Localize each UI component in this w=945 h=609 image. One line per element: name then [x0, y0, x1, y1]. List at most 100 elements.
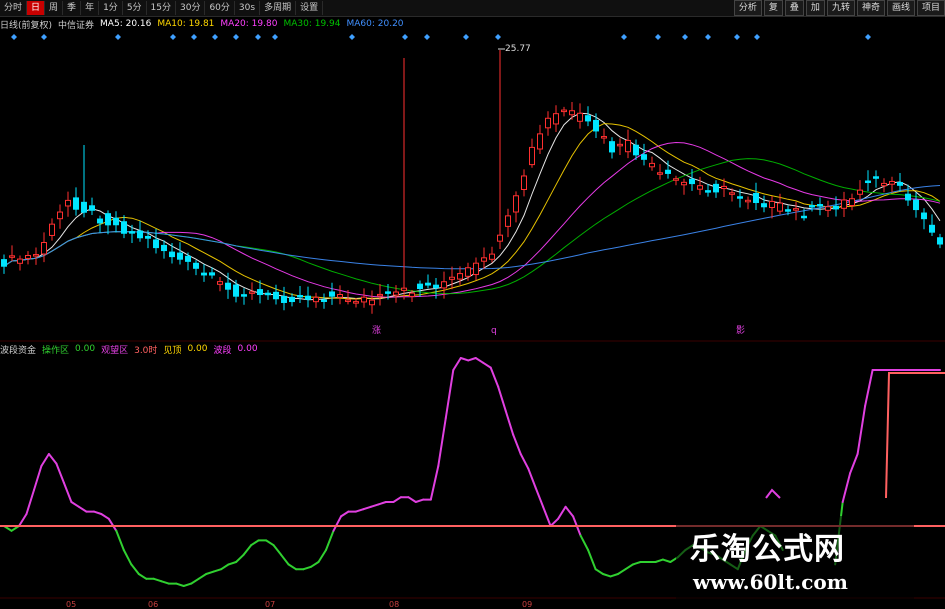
candle-body — [409, 292, 415, 297]
candle-body — [601, 136, 607, 139]
candle-body — [153, 239, 159, 249]
oscillator-segment — [632, 561, 642, 566]
candle-body — [857, 189, 863, 195]
oscillator-segment — [602, 573, 612, 578]
candle-body — [297, 294, 303, 298]
oscillator-segment — [287, 563, 297, 571]
signal-diamond — [233, 34, 239, 40]
oscillator-segment — [609, 573, 619, 578]
candle-body — [65, 199, 71, 207]
ma20-line — [3, 141, 941, 298]
candle-body — [793, 208, 799, 211]
oscillator-segment — [122, 549, 133, 566]
oscillator-segment — [250, 539, 260, 547]
oscillator-segment — [549, 517, 560, 527]
candle-body — [321, 299, 327, 302]
candle-body — [737, 196, 743, 199]
ma5-line — [3, 112, 941, 301]
oscillator-segment — [242, 544, 253, 556]
oscillator-segment — [235, 553, 245, 563]
oscillator-segment — [40, 453, 50, 467]
oscillator-segment — [160, 580, 170, 585]
candle-body — [513, 195, 519, 213]
candle-body — [761, 203, 767, 208]
signal-diamond — [11, 34, 17, 40]
oscillator-segment — [497, 385, 507, 412]
candle-body — [129, 231, 135, 234]
signal-diamond — [170, 34, 176, 40]
oscillator-segment — [661, 558, 672, 563]
oscillator-segment — [265, 539, 275, 547]
oscillator-segment — [864, 369, 874, 407]
candle-body — [865, 180, 871, 184]
oscillator-segment — [317, 549, 327, 563]
candle-body — [577, 112, 583, 122]
candle-body — [185, 255, 191, 262]
oscillator-segment — [92, 510, 103, 515]
candle-body — [369, 299, 375, 306]
candle-body — [689, 178, 695, 185]
oscillator-segment — [564, 505, 575, 518]
candle-body — [841, 199, 847, 209]
oscillator-segment — [542, 505, 552, 527]
oscillator-segment — [437, 417, 447, 467]
oscillator-segment — [512, 433, 522, 455]
oscillator-segment — [414, 498, 425, 503]
oscillator-segment — [33, 465, 43, 491]
signal-diamond — [424, 34, 430, 40]
oscillator-segment — [325, 529, 335, 551]
candle-body — [481, 257, 487, 262]
candle-body — [633, 144, 639, 156]
stock-chart[interactable]: 25.77 涨 q 影 05 06 07 08 09 — [0, 0, 945, 609]
candle-body — [97, 218, 103, 224]
candle-body — [849, 198, 855, 206]
candle-body — [425, 282, 431, 286]
oscillator-segment — [369, 503, 380, 508]
signal-diamond — [115, 34, 121, 40]
ma30-line — [3, 158, 941, 295]
candle-body — [825, 206, 831, 211]
candle-body — [665, 169, 671, 174]
oscillator-segment — [557, 505, 567, 520]
candle-body — [313, 296, 319, 303]
oscillator-segment — [587, 549, 597, 571]
signal-diamond — [255, 34, 261, 40]
candle-body — [33, 254, 39, 257]
candle-body — [41, 242, 47, 255]
oscillator-segment — [107, 517, 118, 532]
candle-body — [169, 251, 175, 258]
axis-tick-label: 05 — [66, 600, 76, 609]
oscillator-segment — [467, 357, 477, 362]
candle-body — [281, 295, 287, 303]
peak-price-label: 25.77 — [505, 44, 531, 54]
candle-body — [441, 281, 447, 289]
oscillator-segment — [617, 568, 627, 575]
candle-body — [881, 182, 887, 187]
oscillator-segment — [18, 513, 28, 527]
candle-body — [225, 282, 231, 290]
candle-body — [921, 212, 927, 220]
oscillator-segment — [459, 357, 470, 362]
candle-body — [873, 176, 879, 179]
oscillator-segment — [340, 510, 350, 518]
oscillator-segment — [25, 489, 35, 515]
candle-body — [897, 182, 903, 186]
candle-body — [217, 281, 223, 285]
oscillator-segment — [205, 570, 215, 575]
candle-body — [353, 301, 359, 304]
candle-body — [193, 262, 199, 269]
oscillator-segment — [175, 582, 185, 587]
candle-body — [721, 185, 727, 190]
candle-body — [57, 211, 63, 220]
candle-body — [377, 293, 383, 297]
oscillator-segment — [62, 481, 73, 503]
candle-body — [465, 267, 471, 277]
candle-body — [889, 180, 895, 185]
candle-body — [361, 296, 367, 303]
oscillator-blip — [765, 488, 781, 499]
candle-body — [273, 291, 279, 300]
signal-marker: q — [491, 326, 497, 336]
candle-body — [89, 205, 95, 211]
signal-diamond — [682, 34, 688, 40]
candle-body — [785, 209, 791, 212]
